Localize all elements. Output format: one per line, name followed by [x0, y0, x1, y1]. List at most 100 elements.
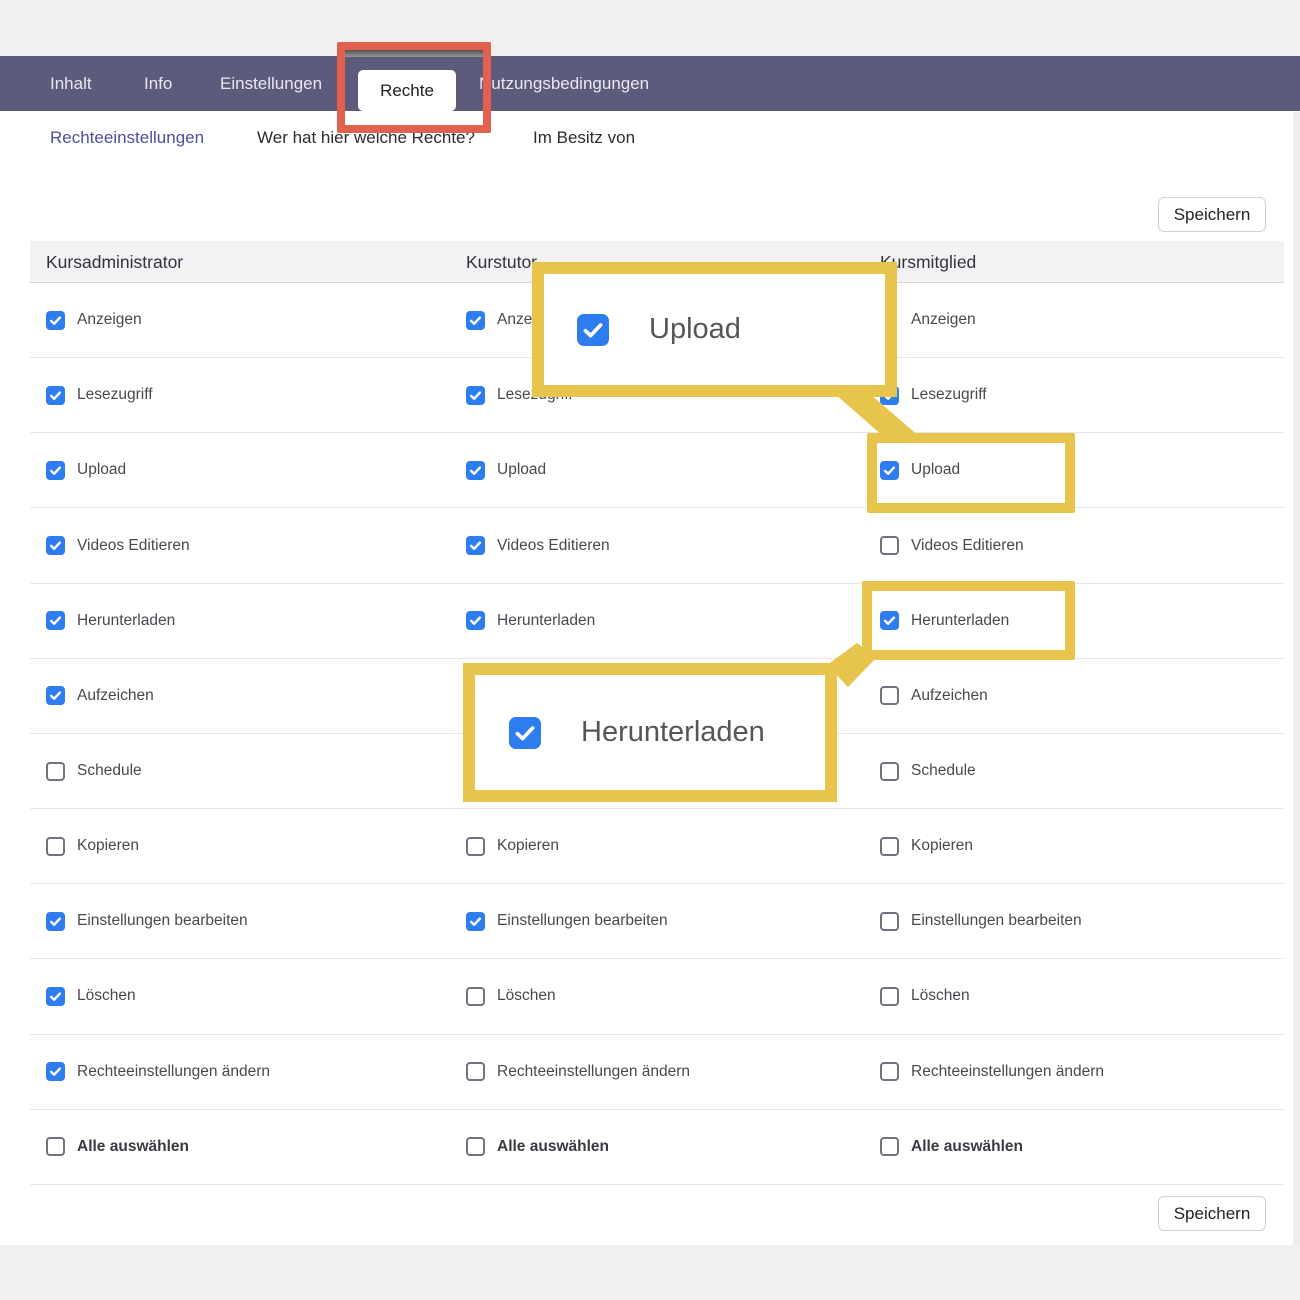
permission-label: Alle auswählen: [77, 1138, 189, 1156]
checkbox-checked[interactable]: [466, 461, 485, 480]
checkbox-unchecked[interactable]: [466, 987, 485, 1006]
checkbox-unchecked[interactable]: [880, 912, 899, 931]
callout-label: Herunterladen: [581, 716, 765, 749]
scrollbar-track[interactable]: [1293, 112, 1300, 1245]
table-row: Einstellungen bearbeiten Einstellungen be…: [30, 884, 1284, 959]
column-header-kurstutor: Kurstutor: [466, 241, 537, 283]
permission-label: Herunterladen: [497, 612, 595, 630]
checkbox-unchecked[interactable]: [880, 762, 899, 781]
checkbox-checked[interactable]: [46, 1062, 65, 1081]
checkbox-checked[interactable]: [466, 386, 485, 405]
subtab-rechteeinstellungen[interactable]: Rechteeinstellungen: [50, 124, 204, 152]
checkbox-checked[interactable]: [46, 536, 65, 555]
callout-label: Upload: [649, 313, 741, 346]
permission-label: Videos Editieren: [77, 537, 190, 555]
checkbox-unchecked[interactable]: [46, 837, 65, 856]
permission-label: Rechteeinstellungen ändern: [911, 1063, 1104, 1081]
permission-cell: Rechteeinstellungen ändern: [880, 1035, 1104, 1109]
permission-cell: Upload: [46, 433, 126, 507]
permission-cell: Einstellungen bearbeiten: [466, 884, 668, 958]
permission-label: Löschen: [77, 987, 136, 1005]
checkbox-checked[interactable]: [46, 386, 65, 405]
permission-cell: Anzeigen: [46, 283, 142, 357]
permission-cell: Rechteeinstellungen ändern: [46, 1035, 270, 1109]
checkbox-checked[interactable]: [466, 536, 485, 555]
permission-cell: Kopieren: [880, 809, 973, 883]
main-tab-bar: Inhalt Info Einstellungen Rechte Nutzung…: [0, 56, 1300, 111]
checkbox-unchecked[interactable]: [46, 762, 65, 781]
checkbox-checked[interactable]: [466, 912, 485, 931]
highlight-box-herunterladen: [862, 581, 1075, 660]
permission-cell: Videos Editieren: [880, 508, 1024, 582]
checkbox-checked[interactable]: [509, 717, 541, 749]
checkbox-unchecked[interactable]: [880, 686, 899, 705]
permission-cell: Schedule: [46, 734, 142, 808]
permission-label: Aufzeichen: [911, 687, 988, 705]
save-button-top[interactable]: Speichern: [1158, 197, 1266, 232]
checkbox-checked[interactable]: [466, 311, 485, 330]
permission-cell: Löschen: [880, 959, 970, 1033]
checkbox-unchecked[interactable]: [46, 1137, 65, 1156]
callout-upload: Upload: [532, 262, 897, 397]
checkbox-unchecked[interactable]: [880, 987, 899, 1006]
save-button-bottom[interactable]: Speichern: [1158, 1196, 1266, 1231]
checkbox-unchecked[interactable]: [466, 1062, 485, 1081]
checkbox-unchecked[interactable]: [880, 1062, 899, 1081]
permission-label: Alle auswählen: [911, 1138, 1023, 1156]
checkbox-checked[interactable]: [46, 611, 65, 630]
permission-cell: Schedule: [880, 734, 976, 808]
checkbox-checked[interactable]: [466, 611, 485, 630]
checkbox-unchecked[interactable]: [466, 837, 485, 856]
table-row: Kopieren Kopieren Kopieren: [30, 809, 1284, 884]
tab-info[interactable]: Info: [144, 56, 172, 111]
subtab-im-besitz-von[interactable]: Im Besitz von: [533, 124, 635, 152]
permission-label: Einstellungen bearbeiten: [77, 912, 248, 930]
permission-cell: Alle auswählen: [466, 1110, 609, 1184]
page-top-band: [0, 0, 1300, 56]
permission-cell: Lesezugriff: [46, 358, 153, 432]
permission-cell: Kopieren: [466, 809, 559, 883]
checkbox-checked[interactable]: [46, 311, 65, 330]
permissions-page: Inhalt Info Einstellungen Rechte Nutzung…: [0, 0, 1300, 1300]
permission-cell: Videos Editieren: [466, 508, 610, 582]
permission-label: Löschen: [911, 987, 970, 1005]
permission-cell: Herunterladen: [46, 584, 175, 658]
table-row: HerunterladenHerunterladenHerunterladen: [30, 584, 1284, 659]
permission-cell: Upload: [466, 433, 546, 507]
permission-label: Rechteeinstellungen ändern: [77, 1063, 270, 1081]
page-footer-band: [0, 1245, 1300, 1300]
checkbox-checked[interactable]: [577, 314, 609, 346]
permission-label: Einstellungen bearbeiten: [497, 912, 668, 930]
permission-label: Upload: [497, 461, 546, 479]
permission-label: Herunterladen: [77, 612, 175, 630]
checkbox-unchecked[interactable]: [880, 837, 899, 856]
table-row: Alle auswählen Alle auswählen Alle auswähl…: [30, 1110, 1284, 1185]
permission-label: Rechteeinstellungen ändern: [497, 1063, 690, 1081]
permission-cell: Videos Editieren: [46, 508, 190, 582]
checkbox-checked[interactable]: [46, 461, 65, 480]
tab-inhalt[interactable]: Inhalt: [50, 56, 92, 111]
permission-label: Videos Editieren: [497, 537, 610, 555]
permission-cell: Löschen: [46, 959, 136, 1033]
annotation-red-box: [337, 42, 491, 133]
checkbox-unchecked[interactable]: [880, 1137, 899, 1156]
checkbox-checked[interactable]: [46, 987, 65, 1006]
checkbox-unchecked[interactable]: [466, 1137, 485, 1156]
callout-herunterladen: Herunterladen: [463, 663, 837, 802]
permission-cell: Einstellungen bearbeiten: [46, 884, 248, 958]
permission-cell: Kopieren: [46, 809, 139, 883]
checkbox-checked[interactable]: [46, 686, 65, 705]
tab-nutzungsbedingungen[interactable]: Nutzungsbedingungen: [479, 56, 649, 111]
checkbox-checked[interactable]: [46, 912, 65, 931]
permission-label: Alle auswählen: [497, 1138, 609, 1156]
permission-label: Upload: [77, 461, 126, 479]
permission-label: Aufzeichen: [77, 687, 154, 705]
permission-label: Anzeigen: [911, 311, 976, 329]
permission-cell: Rechteeinstellungen ändern: [466, 1035, 690, 1109]
checkbox-unchecked[interactable]: [880, 536, 899, 555]
tab-einstellungen[interactable]: Einstellungen: [220, 56, 322, 111]
permission-label: Lesezugriff: [77, 386, 153, 404]
permission-label: Einstellungen bearbeiten: [911, 912, 1082, 930]
permission-cell: Aufzeichen: [46, 659, 154, 733]
permission-cell: Alle auswählen: [46, 1110, 189, 1184]
